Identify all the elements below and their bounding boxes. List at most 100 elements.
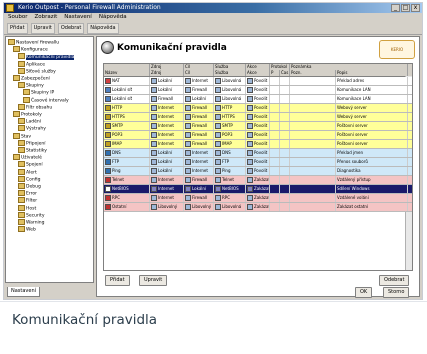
table-cell: Internet (150, 131, 184, 139)
cell-text: Firewall (192, 132, 208, 137)
table-row[interactable]: HTTP Internet Firewall HTTP Povolit Webový se… (104, 104, 412, 113)
menu-view[interactable]: Zobrazit (34, 13, 57, 22)
object-icon (185, 87, 191, 93)
menu-settings[interactable]: Nastavení (64, 13, 92, 22)
ok-button[interactable]: OK (355, 287, 373, 298)
rules-panel: Komunikační pravidla KERIO Zdroj Cíl Služb… (96, 36, 420, 298)
tree-item[interactable]: Stav (13, 132, 31, 139)
tree-item[interactable]: Debug (18, 183, 41, 190)
table-row[interactable]: HTTPS Internet Firewall HTTPS Povolit Webový … (104, 113, 412, 122)
tree-item[interactable]: Filtr obsahu (18, 103, 52, 110)
vendor-logo: KERIO (379, 40, 415, 59)
toolbar-add-button[interactable]: Přidat (7, 22, 28, 34)
table-row[interactable]: DNS Lokální Internet DNS Povolit Překlad jmen (104, 149, 412, 158)
close-button[interactable]: x (411, 4, 420, 12)
tree-item[interactable]: Uživatelé (13, 154, 42, 161)
tree-item[interactable]: Zabezpečení (13, 75, 50, 82)
folder-icon (18, 103, 25, 110)
table-cell (280, 185, 290, 193)
tree-item[interactable]: Warning (18, 219, 45, 226)
table-cell (270, 158, 280, 166)
table-cell: Libovolná (214, 203, 246, 211)
table-row[interactable]: POP3 Internet Firewall POP3 Povolit Poštovní … (104, 131, 412, 140)
tree-item[interactable]: Security (18, 211, 44, 218)
column-header[interactable]: P (270, 70, 280, 76)
object-icon (247, 177, 253, 183)
maximize-button[interactable]: □ (401, 4, 410, 12)
column-header[interactable]: Pozn. (290, 70, 336, 76)
edit-button[interactable]: Upravit (139, 275, 168, 286)
column-header[interactable]: Cíl (184, 70, 214, 76)
table-row[interactable]: SMTP Internet Firewall SMTP Povolit Poštovní … (104, 122, 412, 131)
column-header[interactable]: Popis (336, 70, 408, 76)
cell-text: RPC (222, 195, 230, 200)
tree-item[interactable]: Spojení (18, 161, 43, 168)
remove-button[interactable]: Odebrat (379, 275, 410, 286)
tree-item[interactable]: Statistiky (18, 147, 47, 154)
table-row[interactable]: Lokální síť Lokální Firewall Libovolná Povol… (104, 86, 412, 95)
tree-item[interactable]: Nastavení firewallu (8, 39, 59, 46)
table-row[interactable]: IMAP Internet Firewall IMAP Povolit Poštovní … (104, 140, 412, 149)
object-icon (215, 177, 221, 183)
tree-item[interactable]: Skupiny IP (23, 89, 54, 96)
tree-item-label: Debug (26, 184, 41, 190)
cell-text: Libovolná (222, 96, 242, 101)
tab-settings[interactable]: Nastavení (7, 287, 41, 297)
tree-item[interactable]: Ladění (18, 118, 41, 125)
cell-text: Zakázat (254, 204, 270, 209)
minimize-button[interactable]: _ (391, 4, 400, 12)
table-row[interactable]: FTP Lokální Internet FTP Povolit Přenos soubo… (104, 158, 412, 167)
column-header[interactable]: Akce (246, 70, 270, 76)
tree-item[interactable]: Web (18, 226, 36, 233)
rule-icon (105, 87, 111, 93)
cell-text: Poštovní server (337, 123, 368, 128)
table-row[interactable]: Lokální síť Firewall Lokální Libovolná Povol… (104, 95, 412, 104)
table-row[interactable]: Telnet Internet Firewall Telnet Zakázat Vzdál… (104, 176, 412, 185)
column-header[interactable]: Zdroj (150, 70, 184, 76)
tree-item[interactable]: Časové intervaly (23, 96, 69, 103)
tree-item[interactable]: Host (18, 204, 36, 211)
tree-item[interactable]: Config (18, 175, 40, 182)
toolbar-help-button[interactable]: Nápověda (87, 22, 119, 34)
cancel-button[interactable]: Storno (383, 287, 410, 298)
menu-help[interactable]: Nápověda (99, 13, 127, 22)
column-header[interactable]: Čas (280, 70, 290, 76)
table-row[interactable]: RPC Internet Firewall RPC Zakázat Vzdálené vo… (104, 194, 412, 203)
tree-item[interactable]: Error (18, 190, 37, 197)
tree-item[interactable]: Skupiny (18, 82, 44, 89)
table-row[interactable]: Ping Lokální Internet Ping Povolit Diagnostik… (104, 167, 412, 176)
table-cell (280, 140, 290, 148)
cell-text: Firewall (192, 141, 208, 146)
column-header[interactable]: Služba (214, 70, 246, 76)
tree-item[interactable]: Alert (18, 168, 37, 175)
column-header[interactable]: Název (104, 70, 150, 76)
add-button[interactable]: Přidat (105, 275, 130, 286)
table-row[interactable]: NAT Lokální Internet Libovolná Povolit Překla… (104, 77, 412, 86)
tree-item[interactable]: Výstrahy (18, 125, 46, 132)
table-row[interactable]: NetBIOS Internet Lokální NetBIOS Zakázat Sdíl… (104, 185, 412, 194)
menu-file[interactable]: Soubor (8, 13, 27, 22)
tree-item[interactable]: Konfigurace (13, 46, 48, 53)
tree-item[interactable]: Protokoly (13, 111, 42, 118)
tree-item[interactable]: Síťové služby (18, 67, 56, 74)
table-cell: Firewall (184, 131, 214, 139)
tree-item[interactable]: Připojení (18, 139, 45, 146)
table-cell (280, 122, 290, 130)
toolbar-remove-button[interactable]: Odebrat (57, 22, 85, 34)
table-cell: Povolit (246, 131, 270, 139)
navigation-tree[interactable]: Nastavení firewallu Konfigurace Komunikačn… (5, 36, 94, 283)
table-cell: HTTPS (104, 113, 150, 121)
toolbar-edit-button[interactable]: Upravit (30, 22, 55, 34)
table-cell: HTTPS (214, 113, 246, 121)
table-cell: POP3 (104, 131, 150, 139)
tree-item[interactable]: Komunikační pravidla (18, 53, 75, 60)
table-cell (290, 176, 336, 184)
tree-item[interactable]: Filter (18, 197, 37, 204)
table-cell: Firewall (184, 176, 214, 184)
object-icon (215, 150, 221, 156)
cell-text: FTP (222, 159, 230, 164)
tree-item[interactable]: Aplikace (18, 60, 45, 67)
cell-text: Internet (158, 195, 174, 200)
panel-title: Komunikační pravidla (117, 43, 227, 53)
table-row[interactable]: Ostatní Libovolný Libovolný Libovolná Zakáza… (104, 203, 412, 212)
